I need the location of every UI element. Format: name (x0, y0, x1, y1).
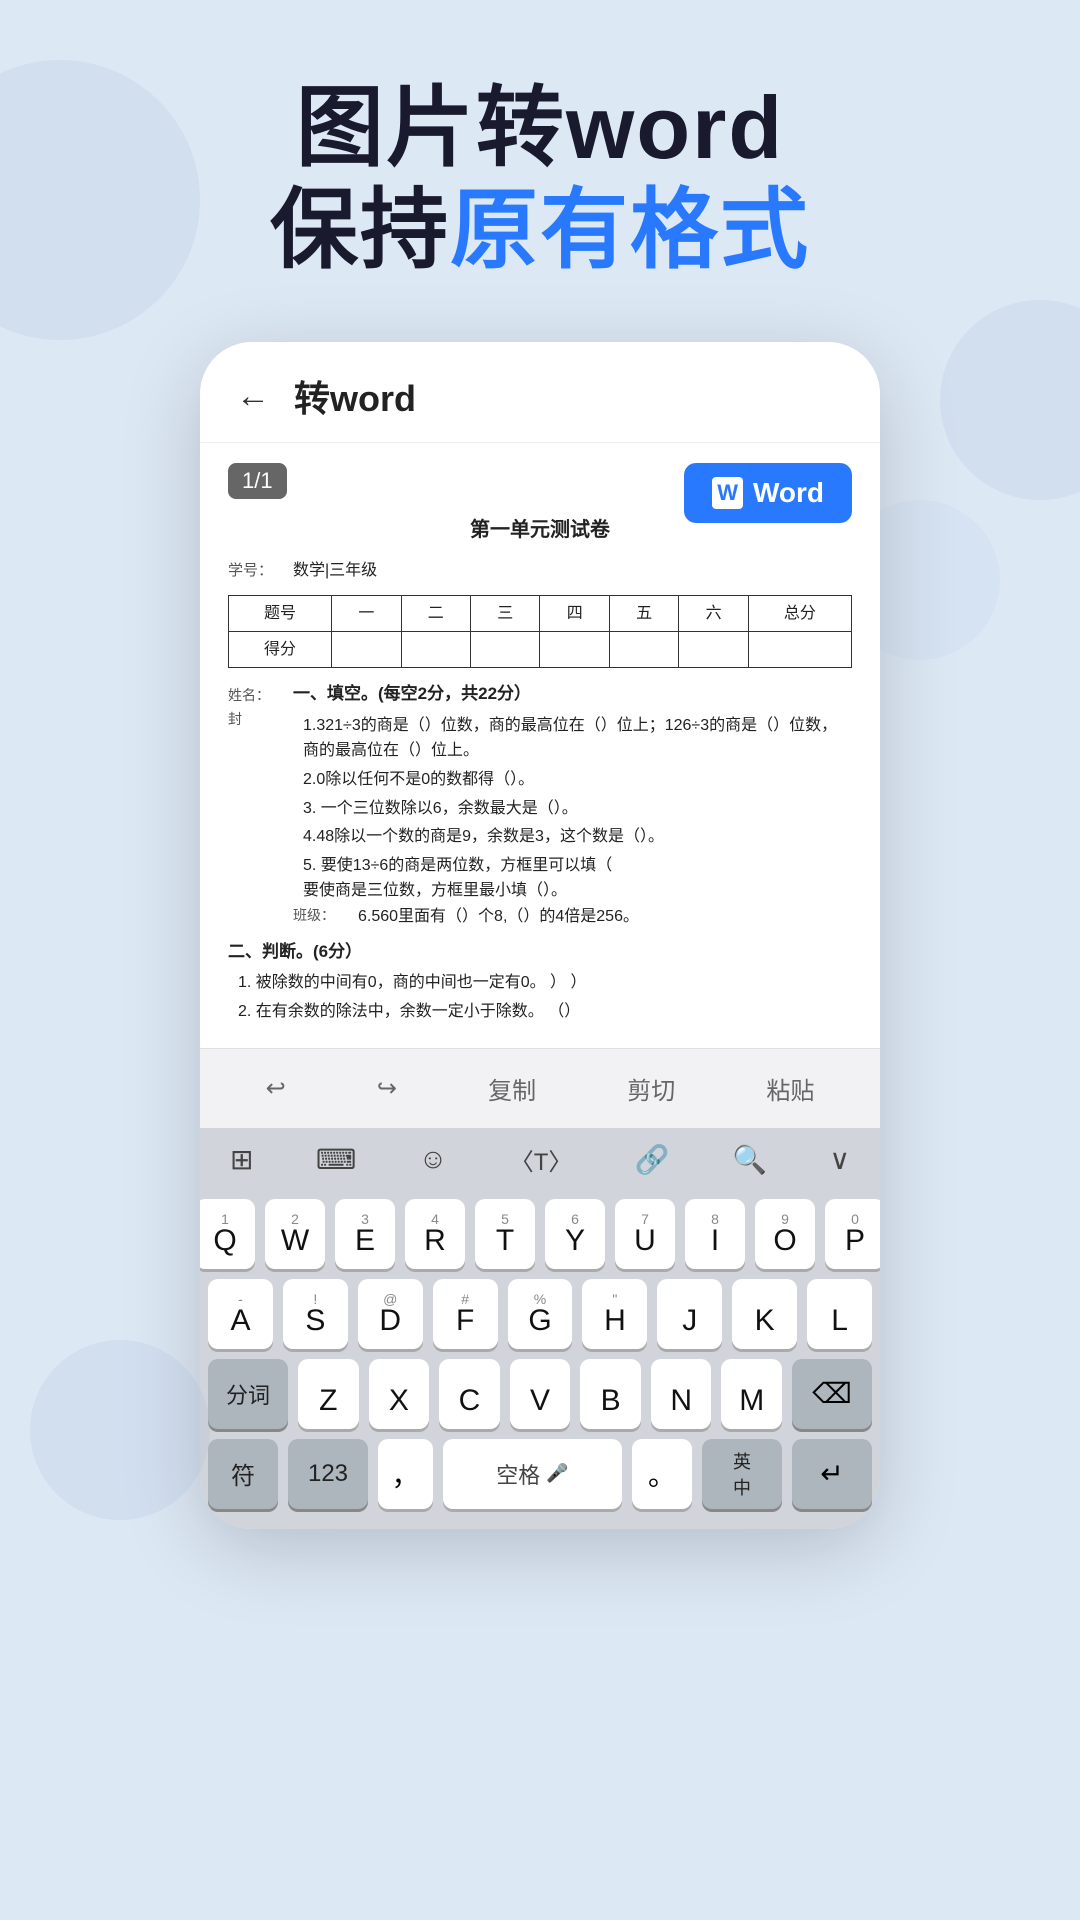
key-d[interactable]: @D (358, 1279, 423, 1349)
app-title: 转word (294, 370, 416, 422)
search-kb-icon[interactable]: 🔍 (732, 1143, 767, 1176)
section2-title: 二、判断。(6分） (228, 938, 852, 967)
collapse-icon[interactable]: ∨ (829, 1143, 850, 1176)
phone-mockup: ← 转word 1/1 W Word 第一单元测试卷 学号： 数学|三年级 题号… (200, 342, 880, 1528)
key-w[interactable]: 2W (265, 1199, 325, 1269)
paste-button[interactable]: 粘贴 (746, 1065, 834, 1112)
undo-button[interactable]: ↩ (246, 1068, 306, 1109)
key-a[interactable]: -A (208, 1279, 273, 1349)
key-123[interactable]: 123 (288, 1439, 368, 1509)
key-return[interactable]: ↵ (792, 1439, 872, 1509)
redo-button[interactable]: ↪ (357, 1068, 417, 1109)
app-header: ← 转word (200, 342, 880, 443)
doc-item-6: 6.560里面有（）个8,（）的4倍是256。 (358, 904, 852, 930)
key-o[interactable]: 9O (755, 1199, 815, 1269)
doc-item-5-row: 5. 要使13÷6的商是两位数，方框里可以填（要使商是三位数，方框里最小填（）。 (303, 853, 852, 904)
class-label: 班级： (293, 904, 358, 928)
name-label: 姓名：封 (228, 680, 293, 930)
section1-title: 一、填空。(每空2分，共22分） (293, 680, 852, 709)
key-u[interactable]: 7U (615, 1199, 675, 1269)
doc-table: 题号 一 二 三 四 五 六 总分 得分 (228, 595, 852, 668)
subject-value: 数学|三年级 (293, 557, 377, 584)
doc-viewer: 1/1 W Word 第一单元测试卷 学号： 数学|三年级 题号 一 二 三 四 (200, 443, 880, 1047)
key-f[interactable]: #F (433, 1279, 498, 1349)
key-delete[interactable]: ⌫ (792, 1359, 872, 1429)
emoji-icon[interactable]: ☺ (419, 1143, 448, 1175)
key-q[interactable]: 1Q (200, 1199, 255, 1269)
grid-icon[interactable]: ⊞ (230, 1143, 253, 1176)
judge-item-2: 2. 在有余数的除法中，余数一定小于除数。 （） (238, 999, 852, 1025)
doc-sections: 一、填空。(每空2分，共22分） 1.321÷3的商是（）位数，商的最高位在（）… (293, 680, 852, 930)
link-icon[interactable]: 🔗 (635, 1143, 670, 1176)
doc-item-4: 4.48除以一个数的商是9，余数是3，这个数是（）。 (303, 824, 852, 850)
keyboard-row-4: 符 123 ， 空格 🎤 。 英 中 ↵ (208, 1439, 872, 1509)
key-j[interactable]: J (657, 1279, 722, 1349)
hero-line2: 保持原有格式 (60, 177, 1020, 283)
key-lang[interactable]: 英 中 (702, 1439, 782, 1509)
key-r[interactable]: 4R (405, 1199, 465, 1269)
key-g[interactable]: %G (508, 1279, 573, 1349)
hero-line2-part1: 保持 (270, 180, 450, 279)
keyboard-row-3: 分词 Z X C V B N M ⌫ (208, 1359, 872, 1429)
page-badge: 1/1 (228, 463, 287, 499)
key-comma[interactable]: ， (378, 1439, 433, 1509)
key-s[interactable]: !S (283, 1279, 348, 1349)
key-v[interactable]: V (510, 1359, 571, 1429)
subject-label: 学号： (228, 558, 293, 584)
key-k[interactable]: K (732, 1279, 797, 1349)
judge-item-1: 1. 被除数的中间有0，商的中间也一定有0。 ） ） (238, 970, 852, 996)
key-period[interactable]: 。 (632, 1439, 692, 1509)
key-b[interactable]: B (580, 1359, 641, 1429)
doc-item-3: 3. 一个三位数除以6，余数最大是（）。 (303, 796, 852, 822)
doc-item-1: 1.321÷3的商是（）位数，商的最高位在（）位上；126÷3的商是（）位数，商… (303, 713, 852, 764)
word-icon: W (712, 477, 743, 509)
section2: 二、判断。(6分） 1. 被除数的中间有0，商的中间也一定有0。 ） ） 2. … (228, 938, 852, 1025)
keyboard-icon[interactable]: ⌨ (316, 1143, 356, 1176)
key-p[interactable]: 0P (825, 1199, 880, 1269)
cut-button[interactable]: 剪切 (607, 1065, 695, 1112)
doc-item-6-row: 班级： 6.560里面有（）个8,（）的4倍是256。 (293, 904, 852, 930)
key-fenci[interactable]: 分词 (208, 1359, 288, 1429)
key-i[interactable]: 8I (685, 1199, 745, 1269)
edit-toolbar: ↩ ↪ 复制 剪切 粘贴 (200, 1048, 880, 1128)
hero-line2-part2: 原有格式 (450, 180, 810, 279)
mic-icon: 🎤 (546, 1463, 568, 1484)
doc-content: 第一单元测试卷 学号： 数学|三年级 题号 一 二 三 四 五 六 总分 得分 (228, 513, 852, 1024)
back-button[interactable]: ← (236, 377, 270, 416)
kb-toolbar: ⊞ ⌨ ☺ 〈T〉 🔗 🔍 ∨ (200, 1128, 880, 1191)
doc-item-5: 5. 要使13÷6的商是两位数，方框里可以填（要使商是三位数，方框里最小填（）。 (303, 853, 852, 904)
key-t[interactable]: 5T (475, 1199, 535, 1269)
word-button-label: Word (753, 477, 824, 509)
key-l[interactable]: L (807, 1279, 872, 1349)
copy-button[interactable]: 复制 (468, 1065, 556, 1112)
keyboard-row-1: 1Q 2W 3E 4R 5T 6Y 7U 8I 9O 0P (208, 1199, 872, 1269)
key-n[interactable]: N (651, 1359, 712, 1429)
word-export-button[interactable]: W Word (684, 463, 852, 523)
keyboard: 1Q 2W 3E 4R 5T 6Y 7U 8I 9O 0P -A !S @D #… (200, 1191, 880, 1529)
key-y[interactable]: 6Y (545, 1199, 605, 1269)
key-x[interactable]: X (369, 1359, 430, 1429)
key-m[interactable]: M (721, 1359, 782, 1429)
key-e[interactable]: 3E (335, 1199, 395, 1269)
key-fu[interactable]: 符 (208, 1439, 278, 1509)
hero-line1: 图片转word (60, 80, 1020, 177)
key-h[interactable]: "H (582, 1279, 647, 1349)
code-icon[interactable]: 〈T〉 (510, 1142, 573, 1177)
doc-item-2: 2.0除以任何不是0的数都得（）。 (303, 767, 852, 793)
key-space[interactable]: 空格 🎤 (443, 1439, 622, 1509)
key-z[interactable]: Z (298, 1359, 359, 1429)
key-c[interactable]: C (439, 1359, 500, 1429)
keyboard-row-2: -A !S @D #F %G "H J K L (208, 1279, 872, 1349)
